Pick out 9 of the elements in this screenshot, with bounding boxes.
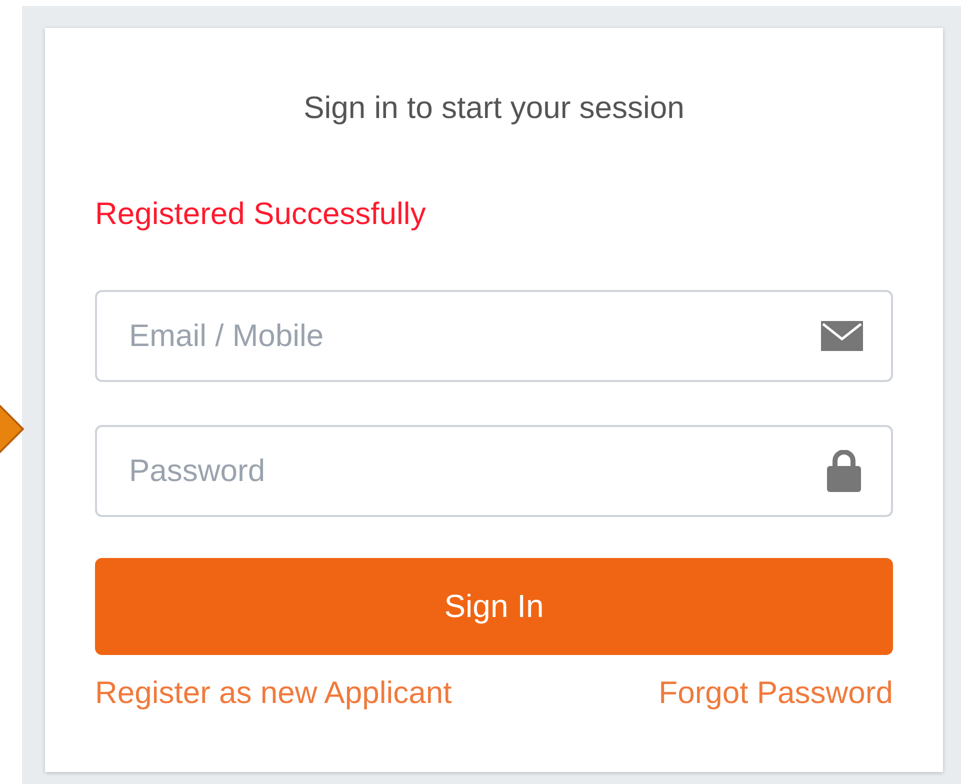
success-message: Registered Successfully	[95, 195, 427, 233]
sign-in-button[interactable]: Sign In	[95, 558, 893, 655]
input-field[interactable]: Email / Mobile	[95, 290, 893, 382]
envelope-icon	[821, 321, 863, 351]
text-link[interactable]: Forgot Password	[658, 675, 893, 711]
lock-icon	[825, 450, 863, 492]
input-field[interactable]: Password	[95, 425, 893, 517]
login-title: Sign in to start your session	[302, 89, 686, 127]
text-link[interactable]: Register as new Applicant	[95, 675, 452, 711]
